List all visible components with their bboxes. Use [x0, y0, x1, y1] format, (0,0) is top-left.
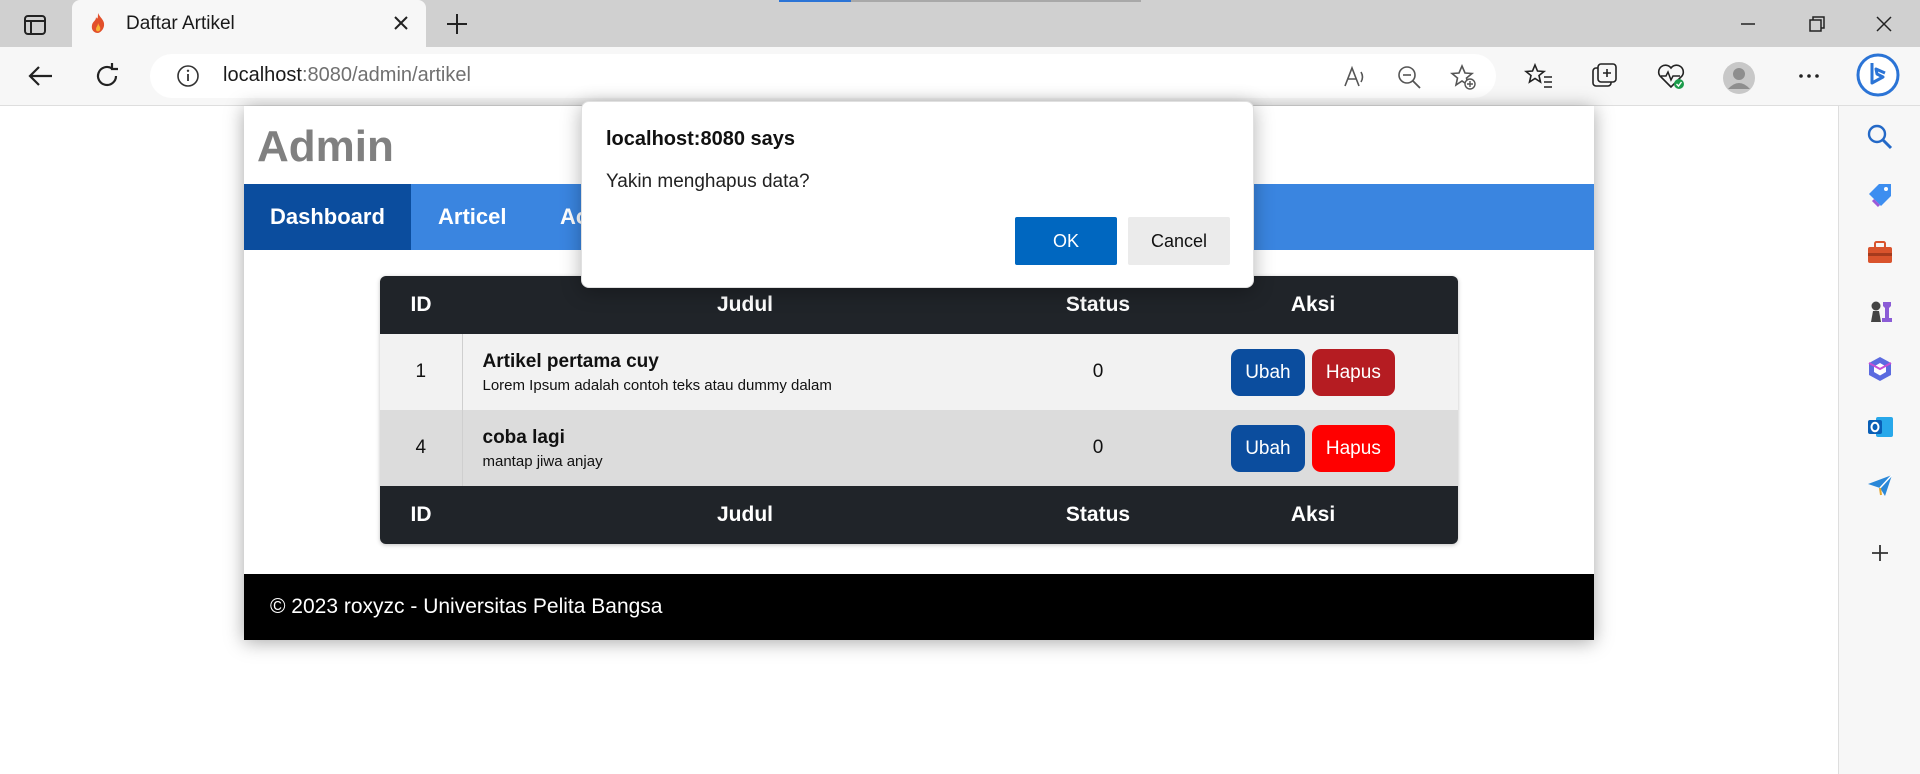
browser-titlebar: Daftar Artikel	[0, 0, 1920, 47]
read-aloud-icon[interactable]	[1342, 64, 1368, 90]
collections-icon[interactable]	[1590, 61, 1620, 91]
loading-track	[851, 0, 1141, 2]
close-window-icon[interactable]	[1870, 10, 1898, 38]
address-bar[interactable]: localhost:8080/admin/artikel	[150, 54, 1496, 98]
add-sidebar-app-icon[interactable]	[1865, 538, 1895, 568]
cancel-button[interactable]: Cancel	[1128, 217, 1230, 265]
article-title: coba lagi	[482, 426, 565, 448]
refresh-icon[interactable]	[92, 61, 122, 91]
table-footer-row: ID Judul Status Aksi	[380, 486, 1458, 544]
edit-button[interactable]: Ubah	[1231, 424, 1305, 472]
column-footer-judul: Judul	[462, 486, 1028, 544]
tools-briefcase-icon[interactable]	[1865, 238, 1895, 268]
article-title: Artikel pertama cuy	[482, 350, 659, 372]
row-actions: Ubah Hapus	[1168, 410, 1458, 486]
outlook-icon[interactable]	[1865, 412, 1895, 442]
microsoft-365-icon[interactable]	[1865, 354, 1895, 384]
column-header-id: ID	[380, 276, 462, 334]
dialog-message: Yakin menghapus data?	[606, 171, 810, 192]
games-chess-icon[interactable]	[1865, 296, 1895, 326]
close-tab-icon[interactable]	[390, 12, 412, 34]
back-icon[interactable]	[26, 61, 56, 91]
delete-button[interactable]: Hapus	[1311, 424, 1395, 472]
profile-avatar-icon[interactable]	[1722, 61, 1755, 94]
row-status: 0	[1028, 410, 1168, 486]
browser-essentials-icon[interactable]	[1656, 61, 1686, 91]
row-status: 0	[1028, 334, 1168, 410]
row-id: 4	[380, 410, 463, 486]
site-brand: Admin	[257, 122, 394, 171]
settings-more-icon[interactable]	[1794, 61, 1824, 91]
site-info-icon[interactable]	[176, 64, 200, 88]
article-desc: Lorem Ipsum adalah contoh teks atau dumm…	[482, 376, 832, 394]
tab-title: Daftar Artikel	[126, 13, 235, 34]
page-footer: © 2023 roxyzc - Universitas Pelita Bangs…	[244, 574, 1594, 640]
url-text[interactable]: localhost:8080/admin/artikel	[223, 64, 471, 87]
row-title-cell: Artikel pertama cuy Lorem Ipsum adalah c…	[462, 334, 1028, 410]
nav-item-articel[interactable]: Articel	[412, 184, 532, 250]
column-footer-id: ID	[380, 486, 462, 544]
nav-item-dashboard[interactable]: Dashboard	[244, 184, 411, 250]
flame-icon	[88, 12, 108, 39]
table-row: 1 Artikel pertama cuy Lorem Ipsum adalah…	[380, 334, 1458, 410]
browser-toolbar: localhost:8080/admin/artikel	[0, 47, 1920, 106]
search-icon[interactable]	[1865, 122, 1895, 152]
bing-copilot-icon[interactable]	[1856, 53, 1900, 97]
new-tab-icon[interactable]	[442, 9, 472, 39]
delete-button[interactable]: Hapus	[1311, 348, 1395, 396]
tab-daftar-artikel[interactable]: Daftar Artikel	[72, 0, 426, 47]
add-favorite-icon[interactable]	[1449, 63, 1476, 90]
article-desc: mantap jiwa anjay	[482, 452, 603, 470]
zoom-out-icon[interactable]	[1396, 64, 1422, 90]
row-actions: Ubah Hapus	[1168, 334, 1458, 410]
edge-sidebar	[1838, 106, 1920, 774]
ok-button[interactable]: OK	[1015, 217, 1117, 265]
column-footer-status: Status	[1028, 486, 1168, 544]
dialog-title: localhost:8080 says	[606, 128, 795, 150]
edit-button[interactable]: Ubah	[1231, 348, 1305, 396]
send-drop-icon[interactable]	[1865, 470, 1895, 500]
row-title-cell: coba lagi mantap jiwa anjay	[462, 410, 1028, 486]
articles-table: ID Judul Status Aksi 1 Artikel pertama c…	[380, 276, 1458, 544]
confirm-dialog: localhost:8080 says Yakin menghapus data…	[581, 101, 1254, 288]
row-id: 1	[380, 334, 463, 410]
loading-indicator	[779, 0, 851, 2]
column-footer-aksi: Aksi	[1168, 486, 1458, 544]
restore-icon[interactable]	[1802, 10, 1830, 38]
tab-actions-icon[interactable]	[18, 12, 52, 38]
table-row: 4 coba lagi mantap jiwa anjay 0 Ubah Hap…	[380, 410, 1458, 486]
shopping-tag-icon[interactable]	[1865, 180, 1895, 210]
favorites-icon[interactable]	[1523, 61, 1554, 91]
minimize-icon[interactable]	[1734, 10, 1762, 38]
